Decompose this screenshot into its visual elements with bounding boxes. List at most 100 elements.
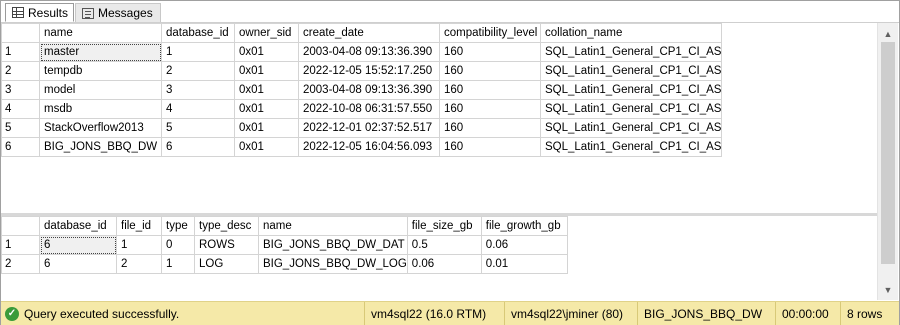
tab-messages-label: Messages [98,6,153,20]
table-cell[interactable]: 0.01 [480,254,568,274]
table-cell[interactable]: 0x01 [234,118,299,138]
scroll-up-icon[interactable]: ▲ [878,25,898,42]
column-header[interactable]: type_desc [194,216,259,236]
table-cell[interactable]: 0x01 [234,80,299,100]
scrollbar-thumb[interactable] [881,42,895,264]
grid-corner[interactable] [1,216,40,236]
table-cell[interactable]: 160 [439,80,541,100]
column-header[interactable]: compatibility_level [439,23,541,43]
table-cell[interactable]: 0x01 [234,99,299,119]
column-header[interactable]: name [258,216,408,236]
column-header[interactable]: name [39,23,162,43]
table-row: 1 master 1 0x01 2003-04-08 09:13:36.390 … [1,42,723,62]
tab-messages[interactable]: Messages [75,3,161,22]
column-header[interactable]: type [161,216,195,236]
table-cell[interactable]: 2003-04-08 09:13:36.390 [298,80,440,100]
table-cell[interactable]: SQL_Latin1_General_CP1_CI_AS [539,42,723,62]
table-cell[interactable]: 160 [439,42,541,62]
table-cell[interactable]: master [39,42,162,62]
status-row-count: 8 rows [840,302,896,325]
table-cell[interactable]: tempdb [39,61,162,81]
status-elapsed: 00:00:00 [775,302,840,325]
table-cell[interactable]: 6 [161,137,235,157]
column-header[interactable]: owner_sid [234,23,299,43]
table-cell[interactable]: ROWS [194,235,259,255]
table-cell[interactable]: 6 [39,235,117,255]
table-cell[interactable]: 0.06 [406,254,482,274]
table-cell[interactable]: 4 [161,99,235,119]
table-row: 6 BIG_JONS_BBQ_DW 6 0x01 2022-12-05 16:0… [1,137,723,157]
table-cell[interactable]: 0.06 [480,235,568,255]
status-bar: ✓ Query executed successfully. vm4sql22 … [1,301,899,325]
table-cell[interactable]: 160 [439,99,541,119]
databases-table: name database_id owner_sid create_date c… [1,23,723,157]
table-row: 4 msdb 4 0x01 2022-10-08 06:31:57.550 16… [1,99,723,119]
table-cell[interactable]: 160 [439,61,541,81]
table-cell[interactable]: 2 [116,254,162,274]
result-grid-databases[interactable]: name database_id owner_sid create_date c… [1,23,877,213]
table-cell[interactable]: 0x01 [234,137,299,157]
table-cell[interactable]: 160 [439,118,541,138]
table-cell[interactable]: 0 [161,235,195,255]
table-cell[interactable]: BIG_JONS_BBQ_DW_LOG [258,254,408,274]
table-cell[interactable]: SQL_Latin1_General_CP1_CI_AS [539,80,723,100]
table-cell[interactable]: SQL_Latin1_General_CP1_CI_AS [539,137,723,157]
table-cell[interactable]: LOG [194,254,259,274]
table-cell[interactable]: model [39,80,162,100]
column-header[interactable]: create_date [298,23,440,43]
header-row: name database_id owner_sid create_date c… [1,23,723,43]
column-header[interactable]: database_id [39,216,117,236]
tab-results-label: Results [28,5,69,20]
result-grid-files[interactable]: database_id file_id type type_desc name … [1,216,877,300]
row-number[interactable]: 3 [1,80,40,100]
status-message: Query executed successfully. [24,306,180,321]
table-row: 2 tempdb 2 0x01 2022-12-05 15:52:17.250 … [1,61,723,81]
table-cell[interactable]: 160 [439,137,541,157]
table-cell[interactable]: 2022-12-05 16:04:56.093 [298,137,440,157]
table-row: 3 model 3 0x01 2003-04-08 09:13:36.390 1… [1,80,723,100]
files-table: database_id file_id type type_desc name … [1,216,568,274]
table-cell[interactable]: 2 [161,61,235,81]
table-cell[interactable]: BIG_JONS_BBQ_DW [39,137,162,157]
column-header[interactable]: file_size_gb [406,216,482,236]
check-circle-icon: ✓ [5,306,19,321]
table-cell[interactable]: 1 [161,254,195,274]
row-number[interactable]: 2 [1,254,40,274]
table-cell[interactable]: 1 [116,235,162,255]
table-row: 2 6 2 1 LOG BIG_JONS_BBQ_DW_LOG 0.06 0.0… [1,254,568,274]
table-cell[interactable]: 2003-04-08 09:13:36.390 [298,42,440,62]
table-cell[interactable]: 3 [161,80,235,100]
table-cell[interactable]: 0.5 [406,235,482,255]
table-cell[interactable]: 0x01 [234,42,299,62]
table-cell[interactable]: SQL_Latin1_General_CP1_CI_AS [539,99,723,119]
row-number[interactable]: 5 [1,118,40,138]
column-header[interactable]: file_growth_gb [480,216,568,236]
vertical-scrollbar[interactable]: ▲ ▼ [877,23,898,300]
table-cell[interactable]: SQL_Latin1_General_CP1_CI_AS [539,118,723,138]
table-cell[interactable]: 0x01 [234,61,299,81]
row-number[interactable]: 1 [1,235,40,255]
table-cell[interactable]: StackOverflow2013 [39,118,162,138]
row-number[interactable]: 1 [1,42,40,62]
column-header[interactable]: file_id [116,216,162,236]
row-number[interactable]: 4 [1,99,40,119]
table-cell[interactable]: 2022-12-05 15:52:17.250 [298,61,440,81]
row-number[interactable]: 2 [1,61,40,81]
tab-results[interactable]: Results [5,3,74,22]
grid-corner[interactable] [1,23,40,43]
table-cell[interactable]: 6 [39,254,117,274]
column-header[interactable]: database_id [161,23,235,43]
table-cell[interactable]: 5 [161,118,235,138]
status-user: vm4sql22\jminer (80) [504,302,637,325]
header-row: database_id file_id type type_desc name … [1,216,568,236]
table-cell[interactable]: 2022-12-01 02:37:52.517 [298,118,440,138]
table-cell[interactable]: 2022-10-08 06:31:57.550 [298,99,440,119]
scroll-down-icon[interactable]: ▼ [878,281,898,298]
table-cell[interactable]: msdb [39,99,162,119]
table-cell[interactable]: BIG_JONS_BBQ_DW_DAT [258,235,408,255]
table-row: 5 StackOverflow2013 5 0x01 2022-12-01 02… [1,118,723,138]
table-cell[interactable]: SQL_Latin1_General_CP1_CI_AS [539,61,723,81]
row-number[interactable]: 6 [1,137,40,157]
column-header[interactable]: collation_name [539,23,723,43]
table-cell[interactable]: 1 [161,42,235,62]
